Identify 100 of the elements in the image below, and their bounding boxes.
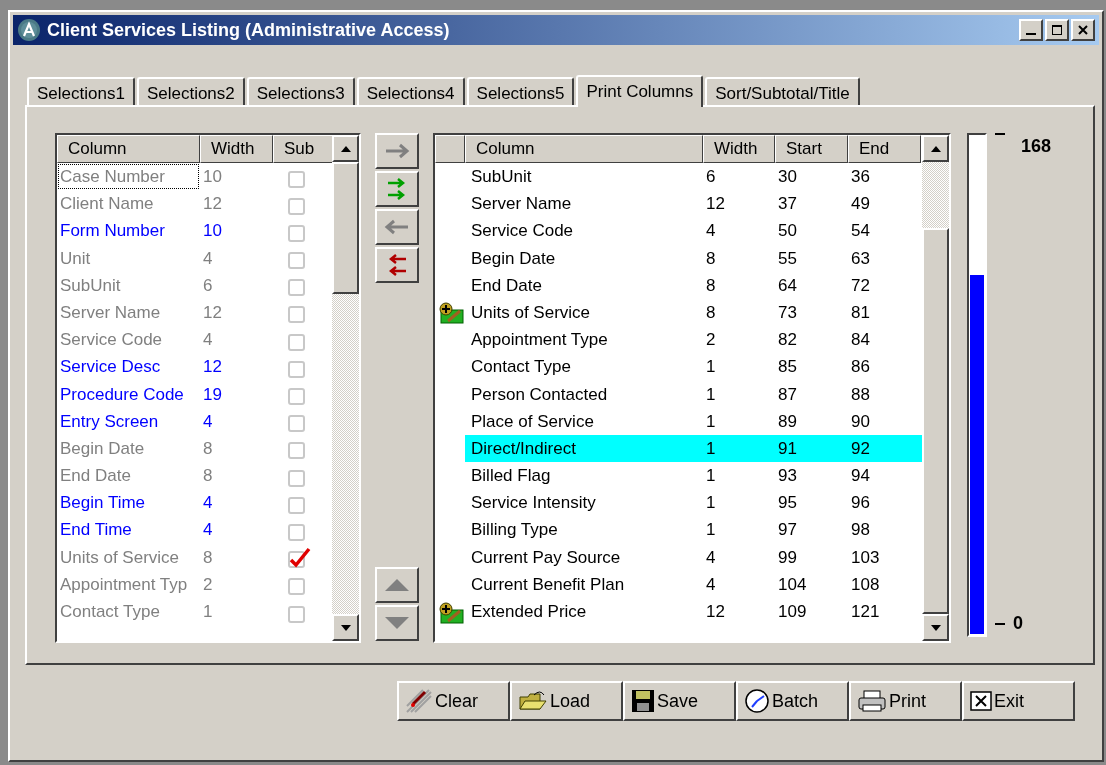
max-label: 168 — [1021, 135, 1052, 158]
table-cell-text: 4 — [202, 519, 214, 542]
eraser-icon — [405, 688, 433, 714]
scrollbar-thumb[interactable] — [922, 228, 949, 614]
tab[interactable]: Print Columns — [576, 75, 704, 107]
table-cell-text: 4 — [705, 220, 717, 243]
column-header[interactable]: End — [848, 135, 921, 163]
table-cell-text: Form Number — [59, 220, 166, 243]
scrollbar[interactable] — [922, 135, 949, 641]
table-cell-text: Begin Time — [59, 492, 147, 515]
column-header[interactable]: Width — [200, 135, 273, 163]
column-header[interactable]: Width — [703, 135, 775, 163]
table-cell-text: Current Benefit Plan — [470, 573, 626, 596]
clear-button[interactable]: Clear — [397, 681, 510, 721]
window-title: Client Services Listing (Administrative Access) — [47, 18, 450, 42]
table-cell-text: SubUnit — [470, 166, 533, 188]
table-cell-text: 72 — [850, 274, 871, 297]
scroll-down-button[interactable] — [922, 614, 949, 641]
tab[interactable]: Selections2 — [136, 77, 245, 105]
table-cell-text: 50 — [777, 220, 798, 243]
table-cell-text: 93 — [777, 465, 798, 488]
table-cell-text: 91 — [777, 437, 798, 460]
down-arrow-icon — [930, 624, 941, 631]
table-cell-text: 4 — [705, 546, 717, 569]
table-cell-text: 95 — [777, 492, 798, 515]
table-cell-text: 1 — [705, 492, 717, 515]
table-cell-text: 1 — [705, 465, 717, 488]
table-cell-text: Direct/Indirect — [470, 437, 577, 460]
table-cell-text: 98 — [850, 519, 871, 542]
table-cell-text: 90 — [850, 410, 871, 433]
table-cell-text: 1 — [705, 519, 717, 542]
scroll-up-button[interactable] — [922, 135, 949, 162]
table-cell-text: 121 — [850, 601, 881, 623]
table-cell-text: 109 — [777, 601, 808, 623]
tab[interactable]: Selections1 — [27, 77, 135, 105]
remove-all-button[interactable] — [375, 247, 419, 283]
column-header[interactable]: Column — [465, 135, 703, 163]
scroll-up-button[interactable] — [332, 135, 359, 162]
clock-icon — [744, 688, 770, 714]
table-cell-text: Server Name — [470, 193, 573, 216]
table-cell-text: Service Code — [59, 329, 164, 352]
table-cell-text: Appointment Typ — [59, 573, 189, 596]
minimize-button[interactable] — [1019, 19, 1043, 41]
table-cell-text: Units of Service — [59, 546, 181, 569]
close-button[interactable] — [1071, 19, 1095, 41]
right-arrow-icon — [384, 143, 410, 159]
batch-button[interactable]: Batch — [736, 681, 849, 721]
table-cell-text: Service Code — [470, 220, 575, 243]
up-arrow-icon — [930, 145, 941, 152]
min-label: 0 — [1013, 612, 1023, 635]
checkbox[interactable] — [287, 546, 311, 571]
move-up-button[interactable] — [375, 567, 419, 603]
column-header[interactable]: Sub — [273, 135, 332, 163]
tab[interactable]: Selections4 — [356, 77, 465, 105]
printer-icon — [857, 689, 887, 713]
table-cell-text: 2 — [202, 573, 214, 596]
print-button[interactable]: Print — [849, 681, 962, 721]
down-triangle-icon — [384, 616, 410, 630]
scrollbar-thumb[interactable] — [332, 162, 359, 294]
table-cell-text: 4 — [202, 492, 214, 515]
column-header[interactable]: Column — [57, 135, 200, 163]
table-cell-text: 92 — [850, 437, 871, 460]
column-header[interactable]: Start — [775, 135, 848, 163]
load-button[interactable]: Load — [510, 681, 623, 721]
tick-mark — [995, 133, 1005, 137]
tab[interactable]: Selections5 — [466, 77, 575, 105]
table-cell-text: Unit — [59, 247, 92, 270]
table-cell-text: 6 — [202, 274, 214, 297]
table-cell-text: 4 — [705, 573, 717, 596]
table-cell-text: 84 — [850, 329, 871, 352]
table-cell-text: 87 — [777, 383, 798, 406]
table-cell-text: Entry Screen — [59, 410, 160, 433]
up-triangle-icon — [384, 578, 410, 592]
add-column-button[interactable] — [375, 133, 419, 169]
table-cell-text: 88 — [850, 383, 871, 406]
table-cell-text: 55 — [777, 247, 798, 270]
move-down-button[interactable] — [375, 605, 419, 641]
exit-button[interactable]: Exit — [962, 681, 1075, 721]
table-cell-text: Begin Date — [470, 247, 557, 270]
left-arrow-icon — [384, 219, 410, 235]
table-cell-text: Service Intensity — [470, 492, 597, 515]
scrollbar[interactable] — [332, 135, 359, 641]
save-button[interactable]: Save — [623, 681, 736, 721]
remove-column-button[interactable] — [375, 209, 419, 245]
table-cell-text: End Time — [59, 519, 133, 542]
tab[interactable]: Sort/Subtotal/Title — [705, 77, 860, 105]
table-row[interactable]: Direct/Indirect 1 91 92 — [435, 434, 922, 463]
scroll-down-button[interactable] — [332, 614, 359, 641]
table-cell-text: 4 — [202, 410, 214, 433]
table-cell-text: Extended Price — [470, 601, 588, 623]
folder-icon — [518, 689, 548, 713]
maximize-button[interactable] — [1045, 19, 1069, 41]
table-cell-text: 85 — [777, 356, 798, 379]
table-cell-text: Begin Date — [59, 437, 146, 460]
add-all-button[interactable] — [375, 171, 419, 207]
table-cell-text: 1 — [705, 383, 717, 406]
table-cell-text: 73 — [777, 301, 798, 324]
table-cell-text: 10 — [202, 220, 223, 243]
table-cell-text: 12 — [705, 601, 726, 623]
tab[interactable]: Selections3 — [246, 77, 355, 105]
